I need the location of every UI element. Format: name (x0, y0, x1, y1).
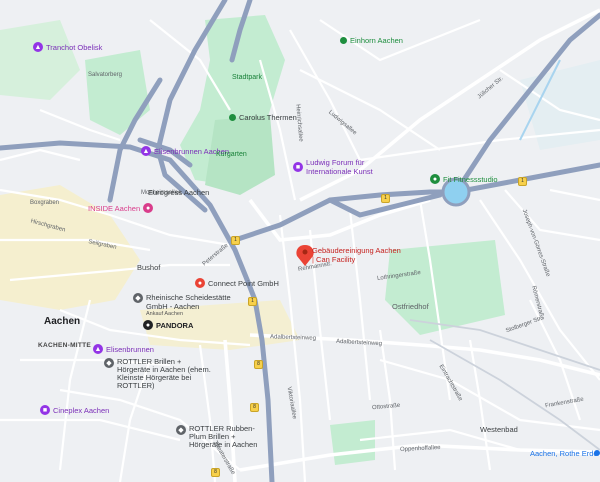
district-label: KACHEN-MITTE (38, 342, 92, 349)
poi-westenbad[interactable]: Westenbad (480, 425, 518, 434)
shop-icon: ◆ (104, 358, 114, 368)
poi-eurogress-aachen[interactable]: Eurogress Aachen (148, 188, 209, 197)
cinema-icon: ■ (40, 405, 50, 415)
shop-icon: ● (143, 320, 153, 330)
road-badge: 8 (250, 403, 259, 412)
gym-icon: ● (430, 174, 440, 184)
poi-pandora[interactable]: ● PANDORA (143, 320, 193, 330)
salvatorberg-park (85, 50, 150, 135)
poi-inside-aachen[interactable]: INSIDE Aachen ● (88, 203, 154, 213)
poi-connect-point[interactable]: ● Connect Point GmbH (195, 278, 279, 288)
poi-elisenbrunnen[interactable]: ▲ Elisenbrunnen (93, 344, 154, 354)
poi-aachen-rothe-erde[interactable]: Aachen, Rothe Erde (B) (530, 449, 600, 458)
poi-cineplex-aachen[interactable]: ■ Cineplex Aachen (40, 405, 109, 415)
road-badge: 8 (254, 360, 263, 369)
poi-rottler-rubben-plum[interactable]: ◆ ROTTLER Rubben-Plum Brillen + Hörgerät… (176, 425, 269, 449)
park-area (330, 420, 375, 465)
poi-gebaeudereinigung[interactable]: Gebäudereinigung Aachen | Can Facility (312, 246, 402, 264)
street-label: Boxgraben (30, 200, 60, 206)
business-icon: ● (195, 278, 205, 288)
landmark-icon (340, 37, 347, 44)
landmark-icon: ▲ (33, 42, 43, 52)
road-badge: 8 (211, 468, 220, 477)
road-badge: 1 (248, 297, 257, 306)
road-badge: 1 (231, 236, 240, 245)
map-view[interactable]: 1 1 1 1 8 8 8 Aachen KACHEN-MITTE Boxgra… (0, 0, 600, 482)
poi-tranchot-obelisk[interactable]: ▲ Tranchot Obelisk (33, 42, 102, 52)
city-label: Aachen (44, 316, 81, 327)
poi-carolus-thermen[interactable]: Carolus Thermen (229, 113, 297, 122)
business-icon: ◆ (133, 293, 143, 303)
museum-icon: ■ (293, 162, 303, 172)
shop-icon: ◆ (176, 425, 186, 435)
ostfriedhof-area (385, 240, 505, 335)
landmark-icon: ▲ (93, 344, 103, 354)
street-label: Salvatorberg (88, 72, 123, 78)
spa-icon (229, 114, 236, 121)
poi-kurgarten: Kurgarten (216, 151, 247, 158)
poi-einhorn-aachen[interactable]: Einhorn Aachen (340, 36, 403, 45)
road-badge: 1 (381, 194, 390, 203)
poi-fitnessstudio[interactable]: ● Fit Fitnessstudio (430, 174, 498, 184)
landmark-icon: ▲ (141, 146, 151, 156)
poi-rheinische-scheidestaette[interactable]: ◆ Rheinische Scheidestätte GmbH - Aachen… (133, 293, 231, 317)
shop-icon: ● (143, 203, 154, 213)
poi-ostfriedhof[interactable]: Ostfriedhof (392, 302, 429, 311)
road-badge: 1 (518, 177, 527, 186)
poi-rottler-aachen[interactable]: ◆ ROTTLER Brillen + Hörgeräte in Aachen … (104, 358, 212, 390)
poi-ludwig-forum[interactable]: ■ Ludwig Forum für Internationale Kunst (293, 158, 391, 176)
park-area (0, 20, 80, 100)
poi-stadtpark: Stadtpark (232, 74, 262, 81)
poi-bushof[interactable]: Bushof (137, 263, 160, 272)
